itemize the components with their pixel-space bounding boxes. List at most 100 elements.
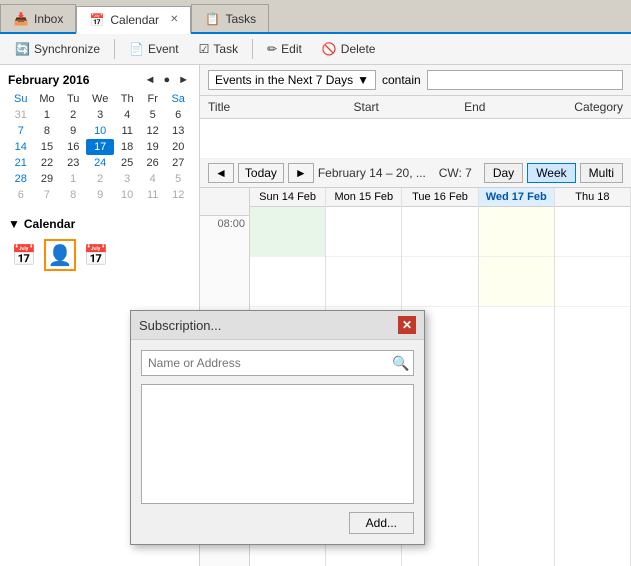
day-header-su: Su: [8, 91, 34, 107]
col-category: Category: [566, 96, 631, 119]
mini-cal-day[interactable]: 6: [165, 107, 191, 123]
mini-cal-day[interactable]: 18: [114, 139, 140, 155]
mini-cal-day[interactable]: 11: [140, 187, 166, 203]
task-button[interactable]: ☑ Task: [190, 38, 247, 60]
mini-cal-day[interactable]: 11: [114, 123, 140, 139]
day-cell-tue-1[interactable]: [402, 257, 477, 307]
mini-cal-day[interactable]: 15: [34, 139, 61, 155]
cal-cw-label: CW: 7: [439, 166, 472, 180]
cal-icon-btn-3[interactable]: 📅: [80, 239, 112, 271]
dialog-add-button[interactable]: Add...: [349, 512, 414, 534]
day-cell-thu-1[interactable]: [555, 257, 630, 307]
mini-cal-day[interactable]: 9: [60, 123, 86, 139]
day-cell-sun-1[interactable]: [250, 257, 325, 307]
mini-cal-day[interactable]: 25: [114, 155, 140, 171]
day-cell-mon-0800[interactable]: [326, 207, 401, 257]
dialog-body: 🔍 Add...: [131, 340, 424, 544]
mini-cal-day[interactable]: 7: [8, 123, 34, 139]
calendar-section-header[interactable]: ▼ Calendar: [8, 215, 191, 233]
day-cell-wed-0800[interactable]: [479, 207, 554, 257]
mini-cal-day[interactable]: 31: [8, 107, 34, 123]
mini-cal-day[interactable]: 2: [86, 171, 114, 187]
dialog-close-button[interactable]: ✕: [398, 316, 416, 334]
mini-cal-day[interactable]: 29: [34, 171, 61, 187]
calendar-icon-group: 📅 👤 📅: [8, 239, 191, 271]
mini-cal-day[interactable]: 1: [34, 107, 61, 123]
mini-cal-day[interactable]: 16: [60, 139, 86, 155]
task-icon: ☑: [199, 42, 210, 56]
dialog-title: Subscription...: [139, 318, 221, 333]
tab-inbox[interactable]: 📥 Inbox: [0, 4, 76, 32]
edit-label: Edit: [281, 42, 302, 56]
tab-calendar[interactable]: 📅 Calendar ✕: [76, 6, 191, 34]
day-header-tue: Tue 16 Feb: [402, 188, 477, 207]
mini-cal-day[interactable]: 26: [140, 155, 166, 171]
mini-cal-day[interactable]: 5: [165, 171, 191, 187]
delete-label: Delete: [341, 42, 376, 56]
dialog-search-button[interactable]: 🔍: [389, 351, 413, 375]
day-cell-tue-0800[interactable]: [402, 207, 477, 257]
day-cell-thu-0800[interactable]: [555, 207, 630, 257]
mini-cal-day[interactable]: 4: [114, 107, 140, 123]
mini-cal-day[interactable]: 4: [140, 171, 166, 187]
mini-cal-day[interactable]: 21: [8, 155, 34, 171]
view-multi-btn[interactable]: Multi: [580, 163, 623, 183]
mini-cal-day[interactable]: 12: [165, 187, 191, 203]
cal-prev-btn[interactable]: ◄: [208, 163, 234, 183]
mini-cal-day[interactable]: 9: [86, 187, 114, 203]
mini-cal-day[interactable]: 10: [114, 187, 140, 203]
time-label-0800: 08:00: [200, 216, 249, 266]
subscription-dialog[interactable]: Subscription... ✕ 🔍 Add...: [130, 310, 425, 545]
day-col-wed: Wed 17 Feb: [479, 188, 555, 566]
mini-cal-day[interactable]: 17: [86, 139, 114, 155]
cal-icon-btn-2[interactable]: 👤: [44, 239, 76, 271]
event-button[interactable]: 📄 Event: [120, 38, 188, 60]
mini-cal-day[interactable]: 5: [140, 107, 166, 123]
day-col-thu: Thu 18: [555, 188, 631, 566]
task-label: Task: [213, 42, 238, 56]
mini-cal-day[interactable]: 2: [60, 107, 86, 123]
mini-cal-day[interactable]: 14: [8, 139, 34, 155]
day-header-sa: Sa: [165, 91, 191, 107]
filter-dropdown[interactable]: Events in the Next 7 Days ▼: [208, 70, 376, 90]
cal-today-btn[interactable]: Today: [238, 163, 284, 183]
mini-cal-prev[interactable]: ◄: [143, 74, 158, 86]
mini-cal-day[interactable]: 7: [34, 187, 61, 203]
dialog-search-input[interactable]: [142, 352, 389, 374]
mini-cal-day[interactable]: 8: [34, 123, 61, 139]
mini-cal-day[interactable]: 24: [86, 155, 114, 171]
view-day-btn[interactable]: Day: [484, 163, 523, 183]
mini-cal-day[interactable]: 3: [86, 107, 114, 123]
mini-cal-day[interactable]: 8: [60, 187, 86, 203]
mini-cal-day[interactable]: 3: [114, 171, 140, 187]
sync-button[interactable]: 🔄 Synchronize: [6, 38, 109, 60]
view-week-btn[interactable]: Week: [527, 163, 575, 183]
mini-cal-day[interactable]: 10: [86, 123, 114, 139]
mini-cal-day[interactable]: 1: [60, 171, 86, 187]
cal-icon-btn-1[interactable]: 📅: [8, 239, 40, 271]
mini-cal-day[interactable]: 13: [165, 123, 191, 139]
mini-cal-today-dot[interactable]: ●: [161, 74, 172, 86]
cal-next-btn[interactable]: ►: [288, 163, 314, 183]
mini-cal-day[interactable]: 27: [165, 155, 191, 171]
mini-cal-next[interactable]: ►: [176, 74, 191, 86]
day-cell-wed-1[interactable]: [479, 257, 554, 307]
tab-calendar-close[interactable]: ✕: [170, 14, 178, 25]
mini-cal-day[interactable]: 20: [165, 139, 191, 155]
day-cell-sun-0800[interactable]: [250, 207, 325, 257]
edit-button[interactable]: ✏ Edit: [258, 38, 311, 60]
mini-cal-day[interactable]: 23: [60, 155, 86, 171]
mini-calendar: February 2016 ◄ ● ► Su Mo Tu We Th Fr: [8, 73, 191, 203]
filter-search-input[interactable]: [427, 70, 623, 90]
tasks-icon: 📋: [204, 11, 220, 27]
mini-cal-day[interactable]: 28: [8, 171, 34, 187]
mini-cal-day[interactable]: 6: [8, 187, 34, 203]
toolbar-separator-1: [114, 39, 115, 59]
mini-cal-day[interactable]: 12: [140, 123, 166, 139]
delete-button[interactable]: 🚫 Delete: [313, 38, 385, 60]
tab-tasks[interactable]: 📋 Tasks: [191, 4, 269, 32]
mini-cal-day[interactable]: 19: [140, 139, 166, 155]
mini-cal-day[interactable]: 22: [34, 155, 61, 171]
col-start: Start: [346, 96, 457, 119]
day-cell-mon-1[interactable]: [326, 257, 401, 307]
